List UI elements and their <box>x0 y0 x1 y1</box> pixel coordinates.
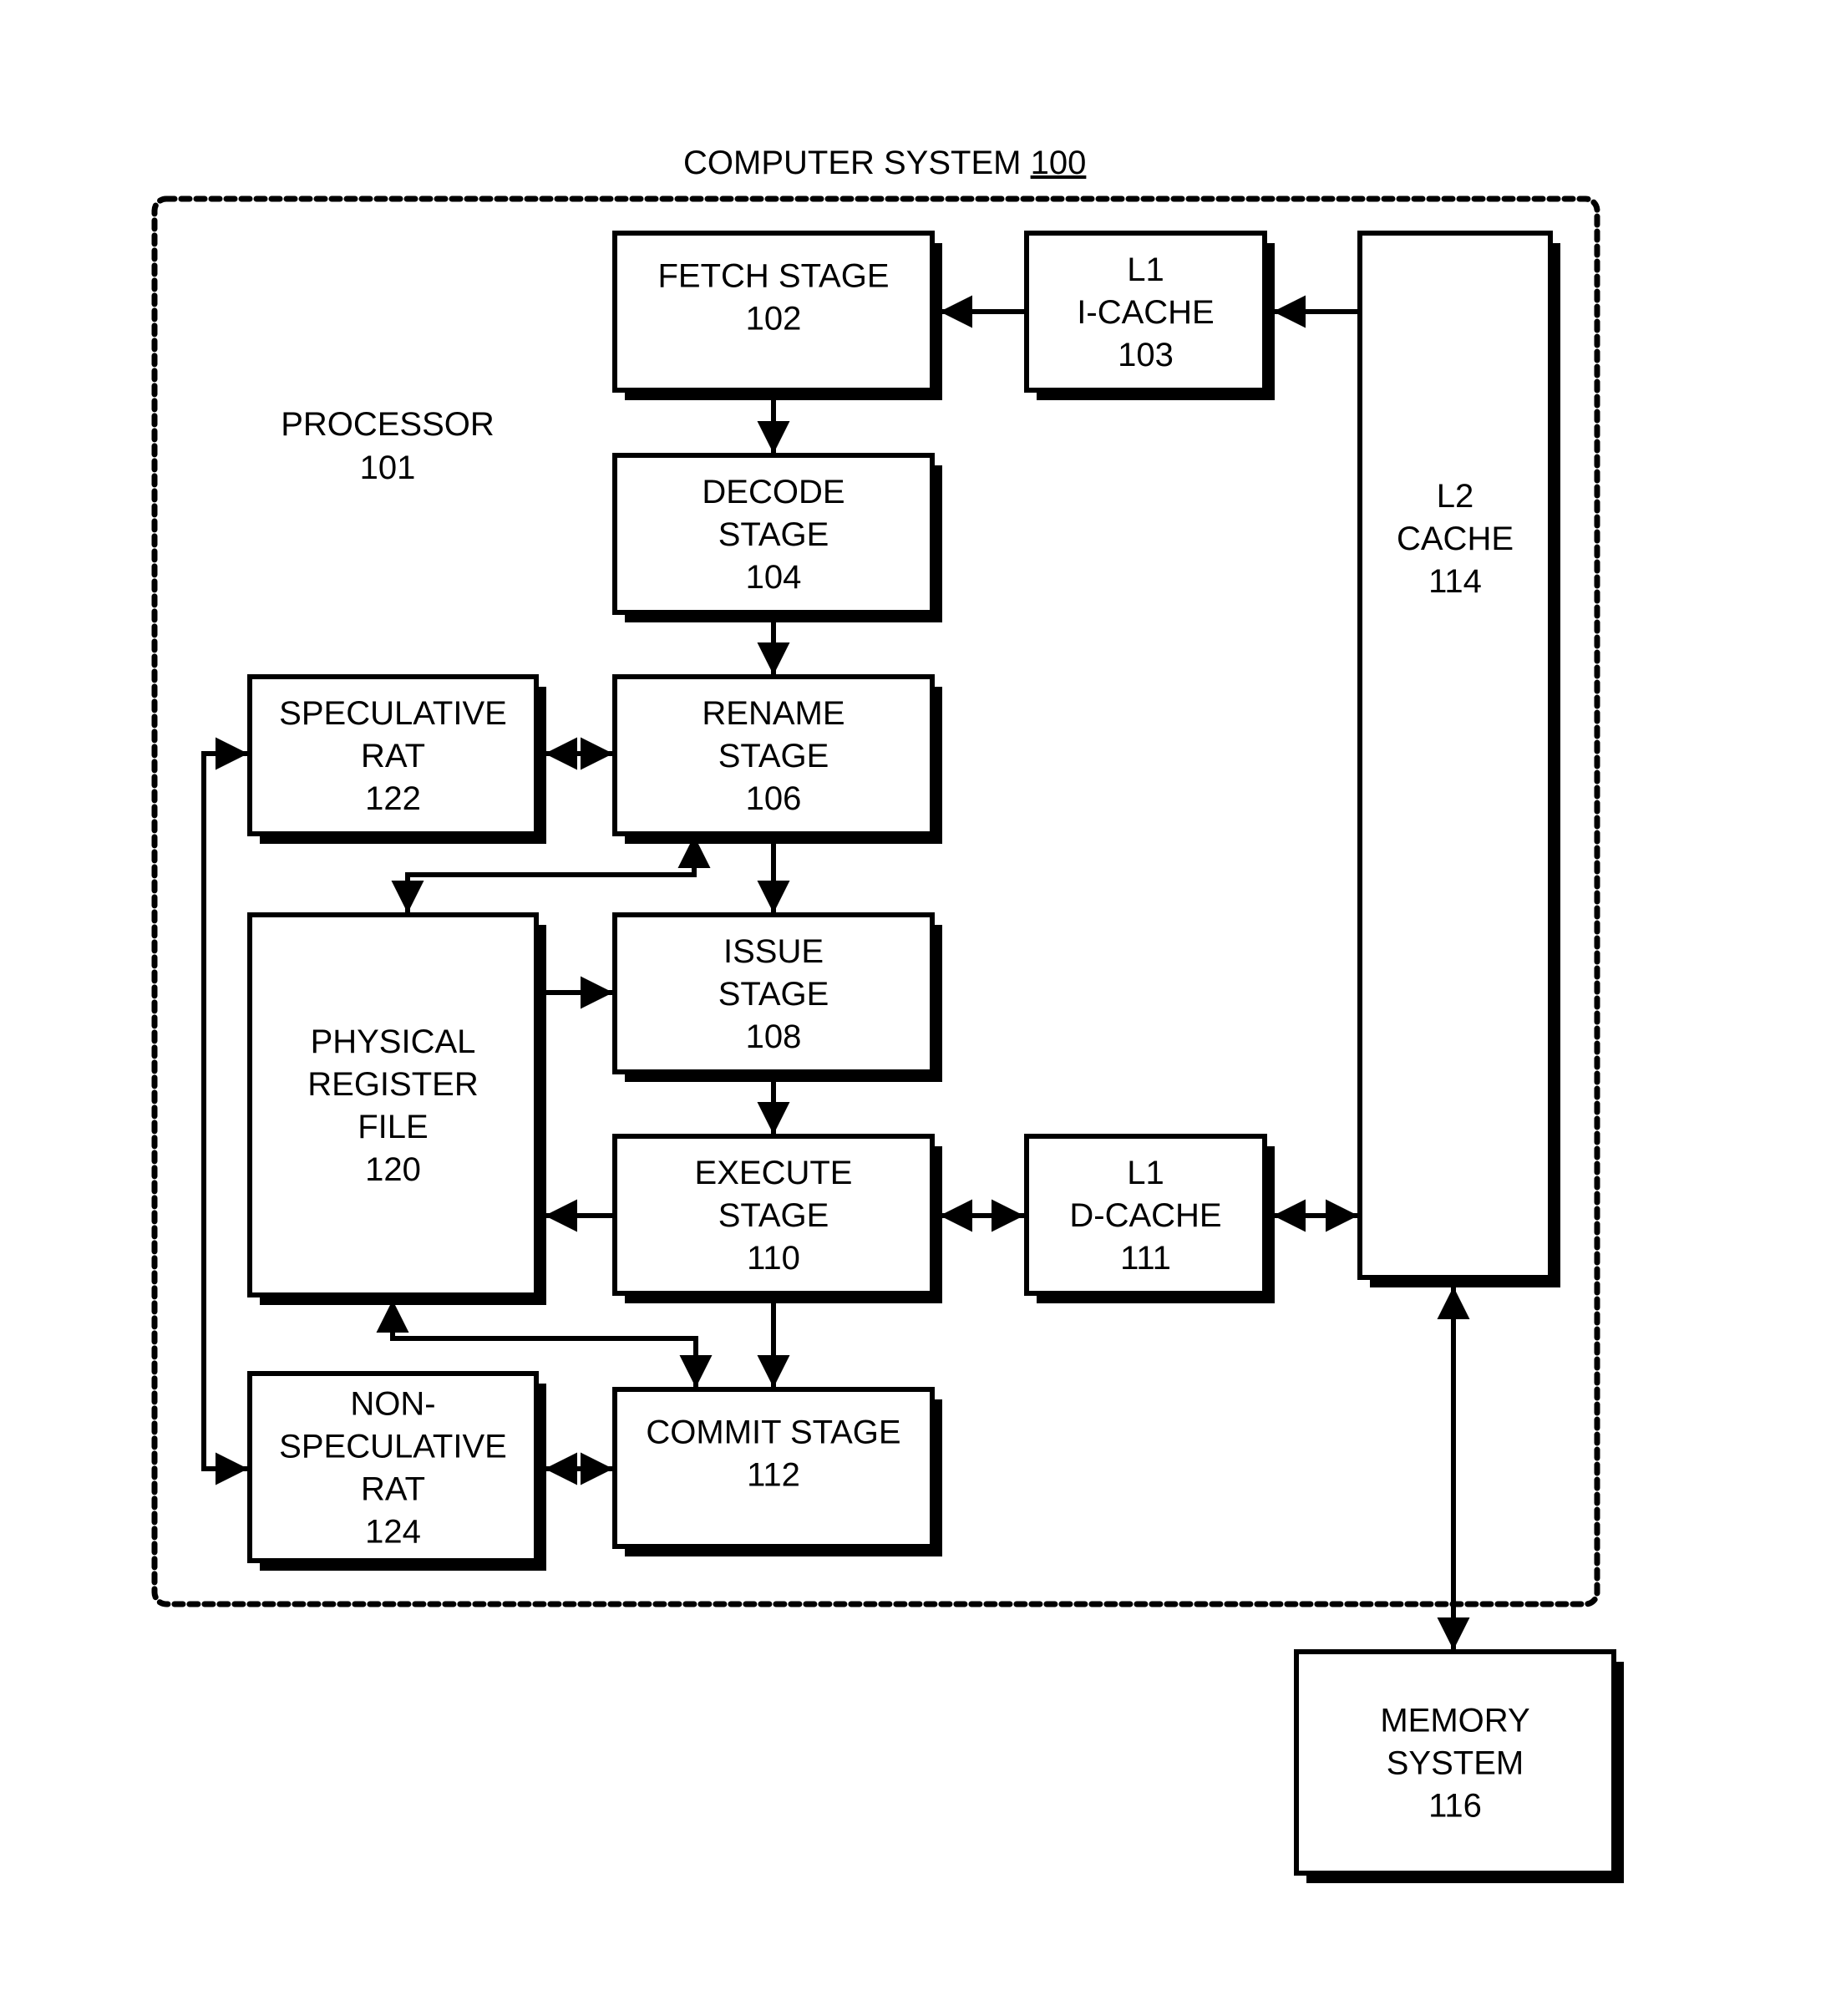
block-label-line: STAGE <box>718 976 829 1013</box>
block-label-line: 103 <box>1118 337 1174 373</box>
block-label-line: PHYSICAL <box>311 1023 476 1060</box>
block-label-line: 111 <box>1120 1240 1171 1277</box>
block-nonspec-rat: NON- SPECULATIVE RAT 124 <box>247 1371 546 1571</box>
block-label-line: L1 <box>1127 1155 1164 1191</box>
block-frame <box>1357 231 1553 1280</box>
block-label-line: FETCH STAGE <box>657 258 889 295</box>
block-label-line: CACHE <box>1397 521 1514 557</box>
block-label-line: D-CACHE <box>1069 1197 1221 1234</box>
block-label-line: 122 <box>365 780 421 817</box>
block-label-line: 124 <box>365 1514 421 1551</box>
block-label-line: L2 <box>1437 478 1474 515</box>
block-decode: DECODE STAGE 104 <box>612 453 942 622</box>
block-label-line: 120 <box>365 1151 421 1188</box>
block-l1i: L1 I-CACHE 103 <box>1024 231 1275 400</box>
block-label-line: SPECULATIVE <box>279 695 507 732</box>
block-l2: L2 CACHE 114 <box>1357 231 1560 1287</box>
block-label-line: 114 <box>1428 563 1482 600</box>
block-rename: RENAME STAGE 106 <box>612 674 942 844</box>
block-label-line: 112 <box>747 1457 800 1494</box>
block-prf: PHYSICAL REGISTER FILE 120 <box>247 912 546 1305</box>
block-label-line: MEMORY <box>1380 1703 1529 1739</box>
block-label-line: 106 <box>746 780 802 817</box>
figure-title: COMPUTER SYSTEM 100 <box>683 145 1086 181</box>
figure-ref: 100 <box>1031 145 1087 181</box>
block-label-line: 110 <box>747 1240 800 1277</box>
block-frame <box>247 912 539 1297</box>
block-fetch: FETCH STAGE 102 <box>612 231 942 400</box>
block-label-line: SPECULATIVE <box>279 1429 507 1465</box>
block-label-line: STAGE <box>718 516 829 553</box>
block-label-line: RAT <box>361 738 425 774</box>
block-label-line: EXECUTE <box>695 1155 853 1191</box>
block-issue: ISSUE STAGE 108 <box>612 912 942 1082</box>
processor-ref: 101 <box>360 449 416 486</box>
block-label-line: FILE <box>358 1109 428 1145</box>
block-label-line: REGISTER <box>307 1066 478 1103</box>
block-label-line: 104 <box>746 559 802 596</box>
block-label-line: I-CACHE <box>1077 294 1214 331</box>
block-memory: MEMORY SYSTEM 116 <box>1294 1649 1624 1883</box>
block-label-line: NON- <box>350 1386 435 1423</box>
block-label-line: 108 <box>746 1018 802 1055</box>
block-spec-rat: SPECULATIVE RAT 122 <box>247 674 546 844</box>
block-label-line: ISSUE <box>723 933 824 970</box>
processor-label: PROCESSOR <box>281 406 495 443</box>
block-label-line: RAT <box>361 1471 425 1508</box>
blocks-layer: FETCH STAGE 102 L1 I-CACHE 103 DECODE STAGE 104… <box>247 231 1624 1883</box>
block-label-line: STAGE <box>718 1197 829 1234</box>
block-l1d: L1 D-CACHE 111 <box>1024 1134 1275 1303</box>
block-label-line: RENAME <box>702 695 844 732</box>
block-commit: COMMIT STAGE 112 <box>612 1387 942 1556</box>
block-label-line: COMMIT STAGE <box>646 1414 900 1451</box>
computer-system-diagram: COMPUTER SYSTEM 100 PROCESSOR 101 FETCH … <box>151 145 1624 1883</box>
block-label-line: 102 <box>746 301 802 338</box>
arrow-specrat-nonspecrat <box>201 737 248 1485</box>
block-label-line: SYSTEM <box>1387 1745 1524 1782</box>
block-label-line: L1 <box>1127 251 1164 288</box>
arrow-rename-prf <box>391 835 711 913</box>
block-label-line: DECODE <box>702 474 844 510</box>
block-label-line: 116 <box>1428 1788 1482 1825</box>
block-label-line: STAGE <box>718 738 829 774</box>
block-execute: EXECUTE STAGE 110 <box>612 1134 942 1303</box>
